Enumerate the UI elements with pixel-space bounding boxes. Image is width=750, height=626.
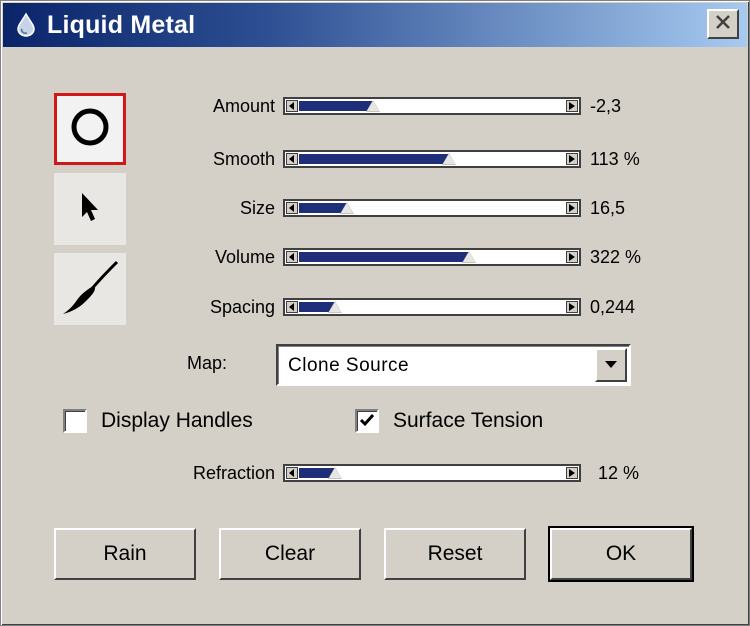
chevron-down-icon <box>605 356 617 374</box>
smooth-fill <box>299 154 449 164</box>
size-value: 16,5 <box>590 198 626 218</box>
amount-increase-button[interactable] <box>566 100 578 112</box>
liquid-drop-icon <box>11 10 41 40</box>
arrow-pointer-icon <box>76 189 104 230</box>
smooth-decrease-button[interactable] <box>286 153 298 165</box>
spacing-value: 0,244 <box>590 297 636 317</box>
reset-button[interactable]: Reset <box>384 528 526 580</box>
smooth-value: 113 % <box>590 149 640 169</box>
refraction-slider-thumb[interactable] <box>328 467 342 479</box>
spacing-slider[interactable] <box>283 298 581 316</box>
spacing-slider-thumb[interactable] <box>328 301 342 313</box>
size-increase-button[interactable] <box>566 202 578 214</box>
circle-tool[interactable] <box>54 93 126 165</box>
amount-slider-thumb[interactable] <box>366 100 380 112</box>
smooth-increase-button[interactable] <box>566 153 578 165</box>
volume-decrease-button[interactable] <box>286 251 298 263</box>
volume-increase-button[interactable] <box>566 251 578 263</box>
smooth-slider-thumb[interactable] <box>442 153 456 165</box>
brush-tool[interactable] <box>54 253 126 325</box>
rain-button[interactable]: Rain <box>54 528 196 580</box>
size-decrease-button[interactable] <box>286 202 298 214</box>
map-dropdown-button[interactable] <box>595 348 627 382</box>
map-select[interactable]: Clone Source <box>276 344 631 386</box>
spacing-increase-button[interactable] <box>566 301 578 313</box>
volume-fill <box>299 252 469 262</box>
spacing-decrease-button[interactable] <box>286 301 298 313</box>
ok-button[interactable]: OK <box>548 526 694 582</box>
amount-slider[interactable] <box>283 97 581 115</box>
circle-icon <box>68 105 112 154</box>
size-label: Size <box>239 198 275 218</box>
close-icon <box>715 14 731 34</box>
size-slider[interactable] <box>283 199 581 217</box>
display-handles-option[interactable]: Display Handles <box>63 409 253 433</box>
close-button[interactable] <box>707 9 739 39</box>
volume-value: 322 % <box>590 247 642 267</box>
surface-tension-label: Surface Tension <box>393 409 544 432</box>
volume-slider-thumb[interactable] <box>462 251 476 263</box>
surface-tension-option[interactable]: Surface Tension <box>355 409 543 433</box>
checkmark-icon <box>359 409 375 433</box>
smooth-label: Smooth <box>212 149 275 169</box>
pointer-tool[interactable] <box>54 173 126 245</box>
amount-fill <box>299 101 373 111</box>
title-bar[interactable]: Liquid Metal <box>3 3 747 47</box>
amount-decrease-button[interactable] <box>286 100 298 112</box>
volume-label: Volume <box>214 247 275 267</box>
volume-slider[interactable] <box>283 248 581 266</box>
amount-label: Amount <box>212 96 275 116</box>
refraction-decrease-button[interactable] <box>286 467 298 479</box>
refraction-slider[interactable] <box>283 464 581 482</box>
display-handles-checkbox[interactable] <box>63 409 87 433</box>
refraction-label: Refraction <box>192 463 275 483</box>
amount-value: -2,3 <box>590 96 622 116</box>
spacing-label: Spacing <box>209 297 275 317</box>
map-selected-value: Clone Source <box>288 355 410 376</box>
map-label: Map: <box>187 353 228 373</box>
surface-tension-checkbox[interactable] <box>355 409 379 433</box>
window-title: Liquid Metal <box>47 10 196 39</box>
liquid-metal-dialog: Liquid Metal Amount -2,3 Smooth 113 % Si… <box>0 0 750 626</box>
display-handles-label: Display Handles <box>101 409 253 432</box>
brush-icon <box>59 256 121 323</box>
size-slider-thumb[interactable] <box>340 202 354 214</box>
clear-button[interactable]: Clear <box>219 528 361 580</box>
smooth-slider[interactable] <box>283 150 581 168</box>
refraction-increase-button[interactable] <box>566 467 578 479</box>
refraction-value: 12 % <box>598 463 640 483</box>
